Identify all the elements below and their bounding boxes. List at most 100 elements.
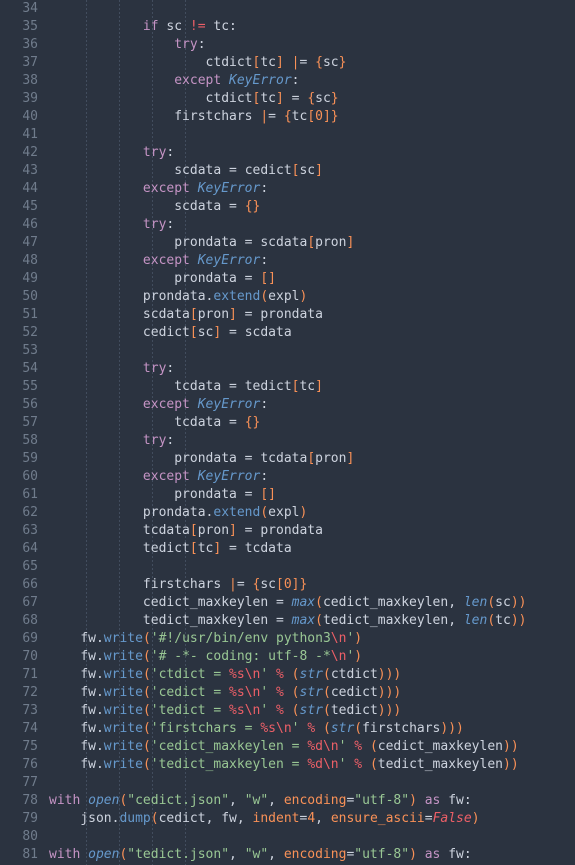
code-line[interactable]: 60 except KeyError: bbox=[0, 468, 575, 486]
code-line[interactable]: 50 prondata.extend(expl) bbox=[0, 288, 575, 306]
line-content[interactable]: except KeyError: bbox=[49, 72, 299, 90]
code-line[interactable]: 69 fw.write('#!/usr/bin/env python3\n') bbox=[0, 630, 575, 648]
line-content[interactable]: fw.write('tedict_maxkeylen = %d\n' % (te… bbox=[49, 756, 518, 774]
line-content[interactable]: fw.write('#!/usr/bin/env python3\n') bbox=[49, 630, 362, 648]
token-id bbox=[49, 649, 80, 664]
code-line[interactable]: 61 prondata = [] bbox=[0, 486, 575, 504]
line-content[interactable]: try: bbox=[49, 360, 174, 378]
line-content[interactable]: fw.write('firstchars = %s\n' % (str(firs… bbox=[49, 720, 464, 738]
code-line[interactable]: 63 tcdata[pron] = prondata bbox=[0, 522, 575, 540]
code-line[interactable]: 75 fw.write('cedict_maxkeylen = %d\n' % … bbox=[0, 738, 575, 756]
code-line[interactable]: 70 fw.write('# -*- coding: utf-8 -*\n') bbox=[0, 648, 575, 666]
line-content[interactable]: except KeyError: bbox=[49, 252, 268, 270]
line-content[interactable]: with open("cedict.json", "w", encoding="… bbox=[49, 792, 472, 810]
code-line[interactable]: 42 try: bbox=[0, 144, 575, 162]
token-id bbox=[49, 361, 143, 376]
code-line[interactable]: 78 with open("cedict.json", "w", encoding… bbox=[0, 792, 575, 810]
token-id: tcdata bbox=[142, 523, 190, 538]
code-line[interactable]: 57 tcdata = {} bbox=[0, 414, 575, 432]
line-content[interactable]: prondata.extend(expl) bbox=[49, 504, 307, 522]
code-line[interactable]: 37 ctdict[tc] |= {sc} bbox=[0, 54, 575, 72]
code-line[interactable]: 71 fw.write('ctdict = %s\n' % (str(ctdic… bbox=[0, 666, 575, 684]
line-content[interactable]: tedict[tc] = tcdata bbox=[49, 540, 292, 558]
code-lines[interactable]: 34 35 if sc != tc: 36 try: 37 ctdict[tc] |=… bbox=[0, 0, 575, 865]
line-content[interactable]: json.dump(cedict, fw, indent=4, ensure_a… bbox=[49, 810, 479, 828]
code-line[interactable]: 54 try: bbox=[0, 360, 575, 378]
line-content[interactable]: except KeyError: bbox=[49, 468, 268, 486]
token-id bbox=[284, 703, 292, 718]
line-content[interactable]: try: bbox=[49, 144, 174, 162]
code-line[interactable]: 47 prondata = scdata[pron] bbox=[0, 234, 575, 252]
code-line[interactable]: 45 scdata = {} bbox=[0, 198, 575, 216]
line-content[interactable]: prondata = tcdata[pron] bbox=[49, 450, 354, 468]
code-line[interactable]: 39 ctdict[tc] = {sc} bbox=[0, 90, 575, 108]
line-content[interactable]: fw.write('ctdict = %s\n' % (str(ctdict))… bbox=[49, 666, 401, 684]
code-line[interactable]: 49 prondata = [] bbox=[0, 270, 575, 288]
line-content[interactable]: fw.write('# -*- coding: utf-8 -*\n') bbox=[49, 648, 362, 666]
line-content[interactable]: tcdata[pron] = prondata bbox=[49, 522, 323, 540]
line-content[interactable]: fw.write('cedict = %s\n' % (str(cedict))… bbox=[49, 684, 401, 702]
code-line[interactable]: 51 scdata[pron] = prondata bbox=[0, 306, 575, 324]
code-line[interactable]: 72 fw.write('cedict = %s\n' % (str(cedic… bbox=[0, 684, 575, 702]
line-content[interactable]: firstchars |= {tc[0]} bbox=[49, 108, 338, 126]
code-line[interactable]: 74 fw.write('firstchars = %s\n' % (str(f… bbox=[0, 720, 575, 738]
line-content[interactable]: scdata = cedict[sc] bbox=[49, 162, 323, 180]
line-content[interactable]: fw.write('cedict_maxkeylen = %d\n' % (ce… bbox=[49, 738, 518, 756]
code-line[interactable]: 43 scdata = cedict[sc] bbox=[0, 162, 575, 180]
line-content[interactable]: try: bbox=[49, 216, 174, 234]
code-editor[interactable]: 34 35 if sc != tc: 36 try: 37 ctdict[tc] |=… bbox=[0, 0, 575, 865]
code-line[interactable]: 56 except KeyError: bbox=[0, 396, 575, 414]
code-line[interactable]: 62 prondata.extend(expl) bbox=[0, 504, 575, 522]
line-content[interactable]: scdata[pron] = prondata bbox=[49, 306, 323, 324]
code-line[interactable]: 55 tcdata = tedict[tc] bbox=[0, 378, 575, 396]
line-content[interactable]: cedict_maxkeylen = max(cedict_maxkeylen,… bbox=[49, 594, 527, 612]
code-line[interactable]: 76 fw.write('tedict_maxkeylen = %d\n' % … bbox=[0, 756, 575, 774]
code-line[interactable]: 79 json.dump(cedict, fw, indent=4, ensur… bbox=[0, 810, 575, 828]
code-line[interactable]: 34 bbox=[0, 0, 575, 18]
token-id bbox=[49, 91, 206, 106]
code-line[interactable]: 46 try: bbox=[0, 216, 575, 234]
code-line[interactable]: 48 except KeyError: bbox=[0, 252, 575, 270]
code-line[interactable]: 77 bbox=[0, 774, 575, 792]
line-content[interactable]: prondata = [] bbox=[49, 486, 276, 504]
code-line[interactable]: 81 with open("tedict.json", "w", encoding… bbox=[0, 846, 575, 864]
code-line[interactable]: 40 firstchars |= {tc[0]} bbox=[0, 108, 575, 126]
line-content[interactable]: cedict[sc] = scdata bbox=[49, 324, 292, 342]
line-content[interactable]: try: bbox=[49, 36, 205, 54]
line-content[interactable]: ctdict[tc] = {sc} bbox=[49, 90, 339, 108]
line-content[interactable]: if sc != tc: bbox=[49, 18, 237, 36]
code-line[interactable]: 44 except KeyError: bbox=[0, 180, 575, 198]
line-content[interactable]: firstchars |= {sc[0]} bbox=[49, 576, 307, 594]
line-content[interactable]: ctdict[tc] |= {sc} bbox=[49, 54, 347, 72]
code-line[interactable]: 59 prondata = tcdata[pron] bbox=[0, 450, 575, 468]
code-line[interactable]: 41 bbox=[0, 126, 575, 144]
code-line[interactable]: 68 tedict_maxkeylen = max(tedict_maxkeyl… bbox=[0, 612, 575, 630]
code-line[interactable]: 80 bbox=[0, 828, 575, 846]
line-content[interactable]: except KeyError: bbox=[49, 396, 268, 414]
line-content[interactable]: try: bbox=[49, 432, 174, 450]
line-content[interactable]: tedict_maxkeylen = max(tedict_maxkeylen,… bbox=[49, 612, 527, 630]
line-content[interactable]: prondata = [] bbox=[49, 270, 276, 288]
code-line[interactable]: 53 bbox=[0, 342, 575, 360]
line-number: 47 bbox=[22, 235, 38, 250]
code-line[interactable]: 36 try: bbox=[0, 36, 575, 54]
code-line[interactable]: 66 firstchars |= {sc[0]} bbox=[0, 576, 575, 594]
token-id: firstchars bbox=[142, 577, 222, 592]
token-id: cedict bbox=[244, 163, 292, 178]
line-content[interactable]: tcdata = tedict[tc] bbox=[49, 378, 323, 396]
code-line[interactable]: 64 tedict[tc] = tcdata bbox=[0, 540, 575, 558]
line-content[interactable]: except KeyError: bbox=[49, 180, 268, 198]
line-content[interactable]: scdata = {} bbox=[49, 198, 260, 216]
code-line[interactable]: 38 except KeyError: bbox=[0, 72, 575, 90]
line-content[interactable]: with open("tedict.json", "w", encoding="… bbox=[49, 846, 472, 864]
line-content[interactable]: prondata.extend(expl) bbox=[49, 288, 307, 306]
line-content[interactable]: prondata = scdata[pron] bbox=[49, 234, 354, 252]
line-content[interactable]: tcdata = {} bbox=[49, 414, 260, 432]
code-line[interactable]: 65 bbox=[0, 558, 575, 576]
code-line[interactable]: 35 if sc != tc: bbox=[0, 18, 575, 36]
code-line[interactable]: 58 try: bbox=[0, 432, 575, 450]
code-line[interactable]: 52 cedict[sc] = scdata bbox=[0, 324, 575, 342]
code-line[interactable]: 67 cedict_maxkeylen = max(cedict_maxkeyl… bbox=[0, 594, 575, 612]
code-line[interactable]: 73 fw.write('tedict = %s\n' % (str(tedic… bbox=[0, 702, 575, 720]
line-content[interactable]: fw.write('tedict = %s\n' % (str(tedict))… bbox=[49, 702, 401, 720]
